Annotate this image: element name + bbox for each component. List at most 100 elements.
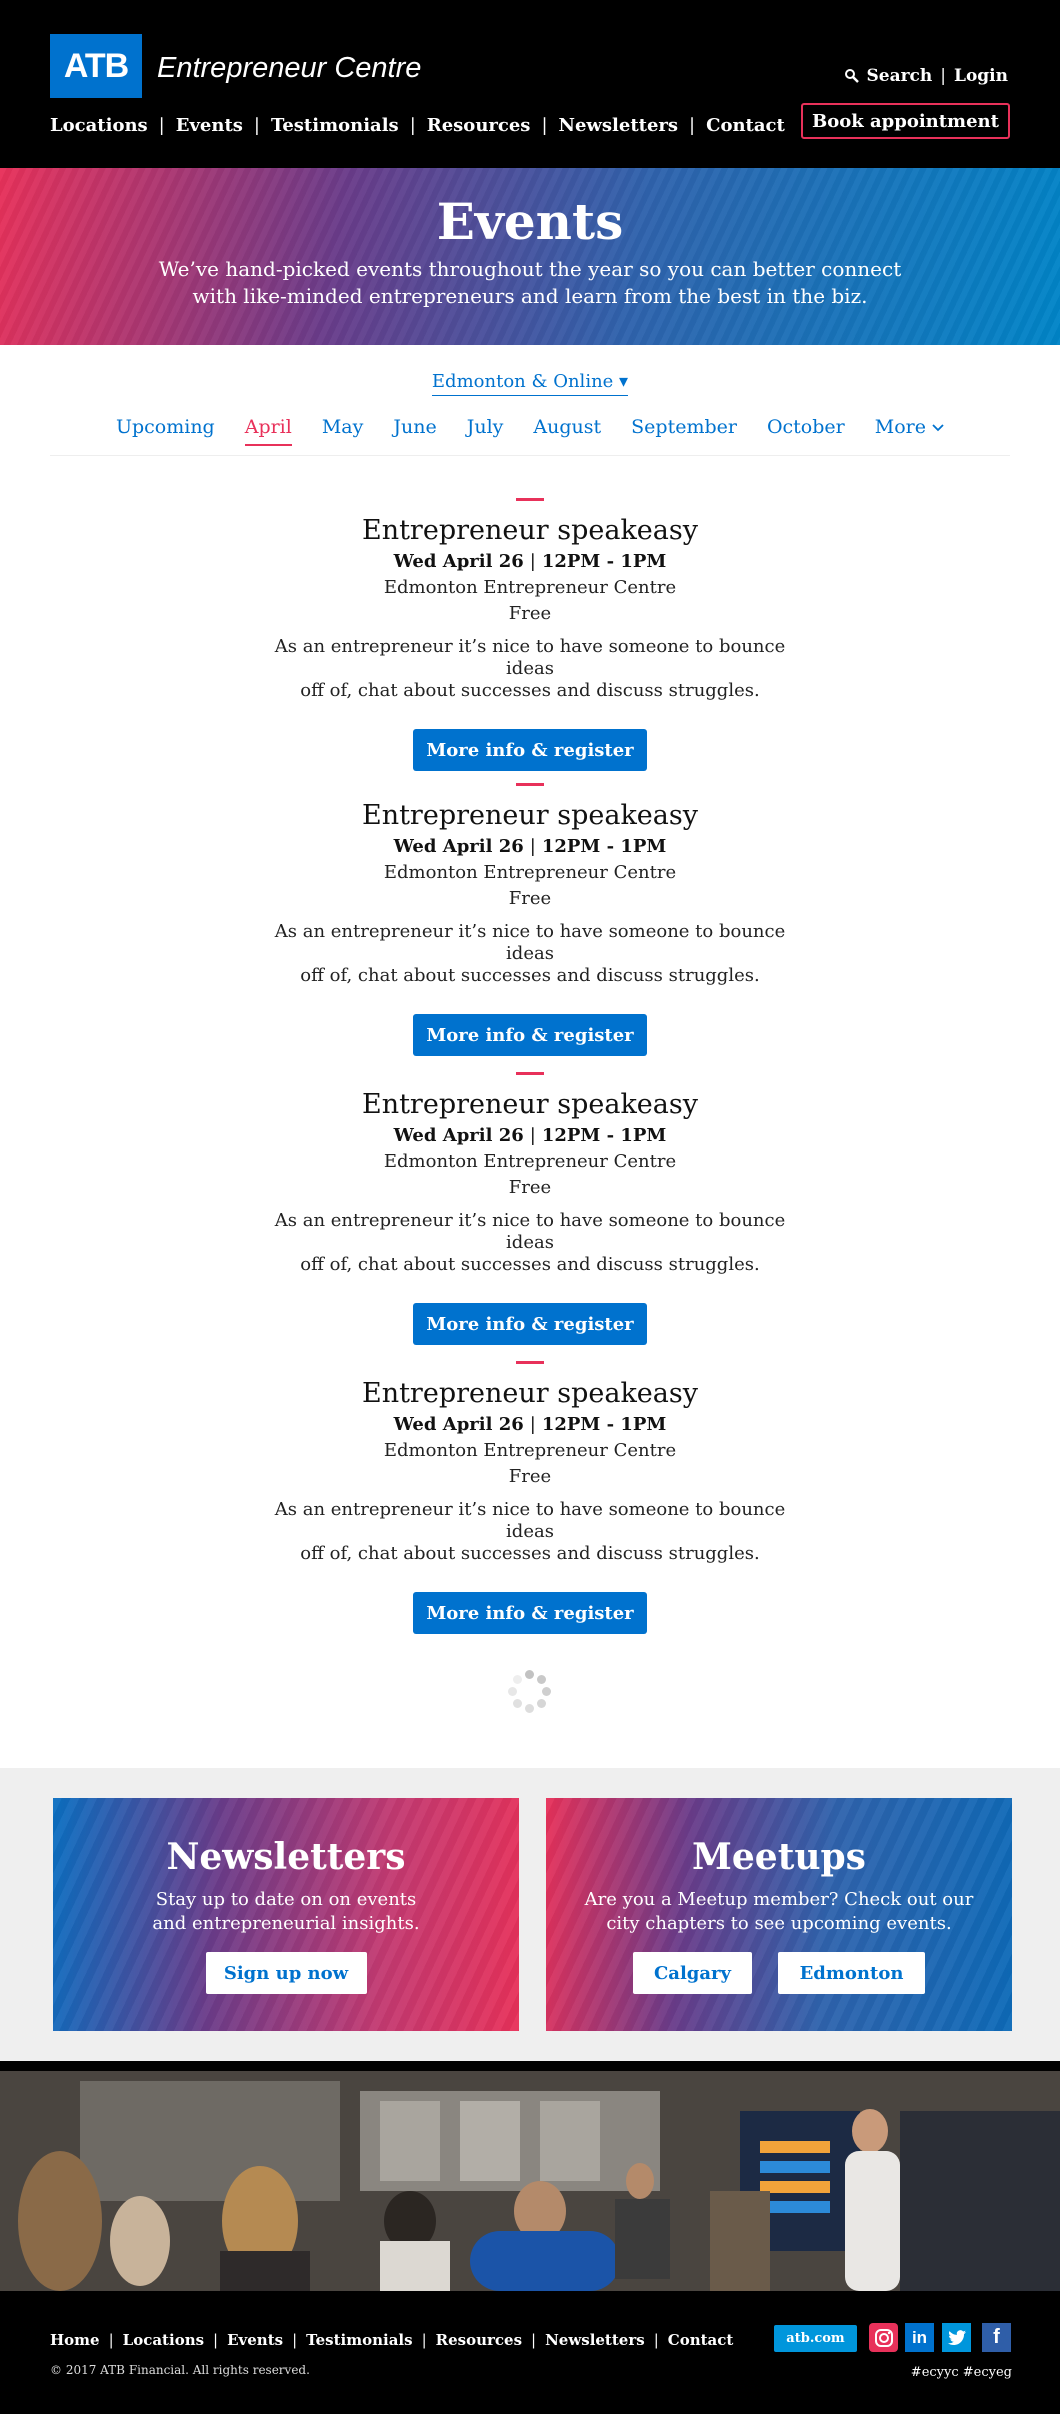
newsletters-line: Stay up to date on on events bbox=[155, 1889, 417, 1910]
tab-july[interactable]: July bbox=[452, 416, 519, 456]
separator: | bbox=[689, 115, 696, 136]
separator: | bbox=[653, 2331, 659, 2349]
footer-events[interactable]: Events bbox=[227, 2331, 283, 2349]
event-title: Entrepreneur speakeasy bbox=[361, 1378, 698, 1409]
footer-nav: Home | Locations | Events | Testimonials | R… bbox=[50, 2331, 733, 2349]
separator: | bbox=[409, 115, 416, 136]
nav-contact[interactable]: Contact bbox=[706, 115, 785, 136]
promo-section: Newsletters Stay up to date on on events… bbox=[0, 1768, 1060, 2061]
instagram-icon[interactable] bbox=[869, 2323, 898, 2352]
events-list: Entrepreneur speakeasy Wed April 26 | 12PM… bbox=[0, 456, 1060, 1634]
tab-june[interactable]: June bbox=[378, 416, 451, 456]
separator: | bbox=[421, 2331, 427, 2349]
meetups-line: city chapters to see upcoming events. bbox=[606, 1913, 952, 1934]
month-tabs: Upcoming April May June July August Sept… bbox=[50, 416, 1010, 456]
login-link[interactable]: Login bbox=[954, 66, 1008, 86]
meetups-title: Meetups bbox=[692, 1836, 866, 1878]
tab-april[interactable]: April bbox=[230, 416, 307, 456]
nav-resources[interactable]: Resources bbox=[427, 115, 531, 136]
event-location: Edmonton Entrepreneur Centre bbox=[383, 1151, 677, 1172]
location-dropdown[interactable]: Edmonton & Online ▾ bbox=[431, 371, 629, 396]
hero-line-1: We’ve hand-picked events throughout the … bbox=[158, 257, 902, 281]
tab-more[interactable]: More bbox=[860, 416, 959, 456]
separator: | bbox=[529, 1414, 536, 1435]
event-date: Wed April 26 bbox=[393, 1125, 524, 1146]
separator: | bbox=[541, 115, 548, 136]
event-accent bbox=[516, 1072, 544, 1075]
search-icon bbox=[845, 69, 860, 83]
event-time: 12PM - 1PM bbox=[541, 836, 667, 857]
event-description: As an entrepreneur it’s nice to have som… bbox=[250, 921, 810, 987]
footer-testimonials[interactable]: Testimonials bbox=[306, 2331, 412, 2349]
search-link[interactable]: Search bbox=[866, 66, 932, 86]
footer-resources[interactable]: Resources bbox=[436, 2331, 522, 2349]
separator: | bbox=[529, 1125, 536, 1146]
tab-september[interactable]: September bbox=[616, 416, 752, 456]
linkedin-icon[interactable]: in bbox=[905, 2323, 934, 2352]
register-button[interactable]: More info & register bbox=[413, 729, 647, 771]
chevron-down-icon bbox=[932, 424, 944, 432]
tab-october[interactable]: October bbox=[752, 416, 860, 456]
separator: | bbox=[531, 2331, 537, 2349]
hero-description: We’ve hand-picked events throughout the … bbox=[0, 256, 1060, 310]
newsletters-title: Newsletters bbox=[166, 1836, 406, 1878]
event-photo-image bbox=[0, 2071, 1060, 2291]
event-title: Entrepreneur speakeasy bbox=[361, 1089, 698, 1120]
hashtags: #ecyyc #ecyeg bbox=[910, 2365, 1012, 2380]
loading-spinner-icon bbox=[508, 1670, 552, 1714]
facebook-icon[interactable]: f bbox=[982, 2323, 1011, 2352]
event-price: Free bbox=[508, 1466, 552, 1487]
tab-august[interactable]: August bbox=[518, 416, 616, 456]
events-hero: Events We’ve hand-picked events througho… bbox=[0, 168, 1060, 345]
footer-newsletters[interactable]: Newsletters bbox=[545, 2331, 645, 2349]
event-location: Edmonton Entrepreneur Centre bbox=[383, 862, 677, 883]
newsletters-text: Stay up to date on on events and entrepre… bbox=[53, 1888, 519, 1936]
footer-locations[interactable]: Locations bbox=[123, 2331, 204, 2349]
event-datetime: Wed April 26 | 12PM - 1PM bbox=[0, 1412, 1060, 1438]
footer-home[interactable]: Home bbox=[50, 2331, 100, 2349]
event-price: Free bbox=[508, 603, 552, 624]
sign-up-button[interactable]: Sign up now bbox=[205, 1952, 367, 1994]
atb-logo[interactable]: ATB bbox=[50, 34, 142, 98]
event-card: Entrepreneur speakeasy Wed April 26 | 12PM… bbox=[0, 456, 1060, 771]
newsletters-line: and entrepreneurial insights. bbox=[152, 1913, 420, 1934]
separator: | bbox=[158, 115, 165, 136]
event-time: 12PM - 1PM bbox=[541, 1125, 667, 1146]
nav-newsletters[interactable]: Newsletters bbox=[559, 115, 679, 136]
event-date: Wed April 26 bbox=[393, 836, 524, 857]
separator: | bbox=[529, 836, 536, 857]
event-title: Entrepreneur speakeasy bbox=[361, 515, 698, 546]
event-desc-line: As an entrepreneur it’s nice to have som… bbox=[274, 1210, 786, 1253]
tab-upcoming[interactable]: Upcoming bbox=[101, 416, 230, 456]
event-accent bbox=[516, 498, 544, 501]
event-location: Edmonton Entrepreneur Centre bbox=[383, 1440, 677, 1461]
event-date: Wed April 26 bbox=[393, 1414, 524, 1435]
register-button[interactable]: More info & register bbox=[413, 1303, 647, 1345]
calgary-button[interactable]: Calgary bbox=[633, 1952, 752, 1994]
edmonton-button[interactable]: Edmonton bbox=[778, 1952, 925, 1994]
newsletters-card: Newsletters Stay up to date on on events… bbox=[53, 1798, 519, 2031]
nav-locations[interactable]: Locations bbox=[50, 115, 148, 136]
atb-com-button[interactable]: atb.com bbox=[774, 2325, 857, 2352]
register-button[interactable]: More info & register bbox=[413, 1014, 647, 1056]
separator: | bbox=[529, 551, 536, 572]
register-button[interactable]: More info & register bbox=[413, 1592, 647, 1634]
event-accent bbox=[516, 1361, 544, 1364]
event-title: Entrepreneur speakeasy bbox=[361, 800, 698, 831]
location-filter: Edmonton & Online ▾ bbox=[0, 371, 1060, 396]
event-card: Entrepreneur speakeasy Wed April 26 | 12PM… bbox=[0, 745, 1060, 1056]
separator: | bbox=[292, 2331, 298, 2349]
event-datetime: Wed April 26 | 12PM - 1PM bbox=[0, 1123, 1060, 1149]
event-time: 12PM - 1PM bbox=[541, 551, 667, 572]
book-appointment-button[interactable]: Book appointment bbox=[801, 103, 1010, 139]
nav-events[interactable]: Events bbox=[176, 115, 243, 136]
twitter-icon[interactable] bbox=[942, 2323, 971, 2352]
footer-contact[interactable]: Contact bbox=[668, 2331, 734, 2349]
event-description: As an entrepreneur it’s nice to have som… bbox=[250, 636, 810, 702]
tab-more-label: More bbox=[874, 416, 926, 438]
page-title: Events bbox=[436, 192, 624, 251]
nav-testimonials[interactable]: Testimonials bbox=[271, 115, 399, 136]
site-footer: Home | Locations | Events | Testimonials | R… bbox=[0, 2301, 1060, 2414]
tab-may[interactable]: May bbox=[307, 416, 379, 456]
event-desc-line: off of, chat about successes and discuss… bbox=[300, 965, 760, 986]
